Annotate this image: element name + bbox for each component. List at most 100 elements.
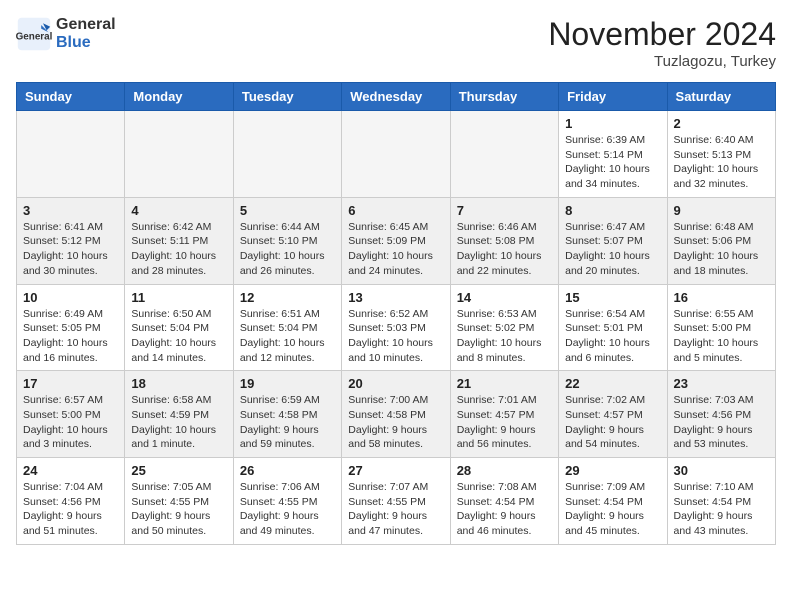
day-number: 5	[240, 203, 335, 218]
day-info: Sunrise: 7:03 AM Sunset: 4:56 PM Dayligh…	[674, 393, 769, 452]
calendar-cell: 30Sunrise: 7:10 AM Sunset: 4:54 PM Dayli…	[667, 458, 775, 545]
logo-icon: General	[16, 16, 52, 52]
page-header: General General Blue November 2024 Tuzla…	[16, 16, 776, 70]
calendar-cell: 15 Sunrise: 6:54 AM Sunset: 5:01 PM Dayli…	[559, 284, 667, 371]
day-number: 14	[457, 290, 552, 305]
day-number: 10	[23, 290, 118, 305]
day-number: 26	[240, 463, 335, 478]
calendar-cell: 2Sunrise: 6:40 AM Sunset: 5:13 PM Daylig…	[667, 111, 775, 198]
calendar-cell: 4Sunrise: 6:42 AM Sunset: 5:11 PM Daylig…	[125, 197, 233, 284]
day-number: 29	[565, 463, 660, 478]
day-number: 25	[131, 463, 226, 478]
day-info: Sunrise: 6:44 AM Sunset: 5:10 PM Dayligh…	[240, 220, 335, 279]
day-info: Sunrise: 6:49 AM Sunset: 5:05 PM Dayligh…	[23, 307, 118, 366]
calendar-cell: 21Sunrise: 7:01 AM Sunset: 4:57 PM Dayli…	[450, 371, 558, 458]
day-number: 27	[348, 463, 443, 478]
weekday-header-saturday: Saturday	[667, 83, 775, 111]
calendar-cell: 12 Sunrise: 6:51 AM Sunset: 5:04 PM Dayli…	[233, 284, 341, 371]
calendar-header: SundayMondayTuesdayWednesdayThursdayFrid…	[17, 83, 776, 111]
day-info: Sunrise: 6:46 AM Sunset: 5:08 PM Dayligh…	[457, 220, 552, 279]
weekday-header-row: SundayMondayTuesdayWednesdayThursdayFrid…	[17, 83, 776, 111]
title-block: November 2024 Tuzlagozu, Turkey	[548, 16, 776, 70]
calendar-cell: 22 Sunrise: 7:02 AM Sunset: 4:57 PM Dayli…	[559, 371, 667, 458]
day-info: Sunrise: 6:58 AM Sunset: 4:59 PM Dayligh…	[131, 393, 226, 452]
day-info: Sunrise: 6:47 AM Sunset: 5:07 PM Dayligh…	[565, 220, 660, 279]
calendar-cell: 9Sunrise: 6:48 AM Sunset: 5:06 PM Daylig…	[667, 197, 775, 284]
logo-general-text: General	[56, 16, 116, 34]
calendar-week-row: 3 Sunrise: 6:41 AM Sunset: 5:12 PM Daylig…	[17, 197, 776, 284]
day-number: 16	[674, 290, 769, 305]
day-number: 20	[348, 376, 443, 391]
day-info: Sunrise: 6:50 AM Sunset: 5:04 PM Dayligh…	[131, 307, 226, 366]
day-number: 21	[457, 376, 552, 391]
calendar-cell: 6Sunrise: 6:45 AM Sunset: 5:09 PM Daylig…	[342, 197, 450, 284]
day-number: 4	[131, 203, 226, 218]
day-number: 17	[23, 376, 118, 391]
day-info: Sunrise: 7:06 AM Sunset: 4:55 PM Dayligh…	[240, 480, 335, 539]
calendar-week-row: 1 Sunrise: 6:39 AM Sunset: 5:14 PM Daylig…	[17, 111, 776, 198]
day-info: Sunrise: 7:05 AM Sunset: 4:55 PM Dayligh…	[131, 480, 226, 539]
day-number: 19	[240, 376, 335, 391]
day-number: 23	[674, 376, 769, 391]
day-info: Sunrise: 7:07 AM Sunset: 4:55 PM Dayligh…	[348, 480, 443, 539]
location: Tuzlagozu, Turkey	[548, 53, 776, 70]
weekday-header-monday: Monday	[125, 83, 233, 111]
calendar-cell: 26 Sunrise: 7:06 AM Sunset: 4:55 PM Dayli…	[233, 458, 341, 545]
day-info: Sunrise: 6:39 AM Sunset: 5:14 PM Dayligh…	[565, 133, 660, 192]
calendar-cell: 23 Sunrise: 7:03 AM Sunset: 4:56 PM Dayli…	[667, 371, 775, 458]
day-info: Sunrise: 7:04 AM Sunset: 4:56 PM Dayligh…	[23, 480, 118, 539]
day-info: Sunrise: 6:54 AM Sunset: 5:01 PM Dayligh…	[565, 307, 660, 366]
day-number: 8	[565, 203, 660, 218]
day-info: Sunrise: 6:45 AM Sunset: 5:09 PM Dayligh…	[348, 220, 443, 279]
day-info: Sunrise: 6:59 AM Sunset: 4:58 PM Dayligh…	[240, 393, 335, 452]
calendar-week-row: 24Sunrise: 7:04 AM Sunset: 4:56 PM Dayli…	[17, 458, 776, 545]
day-number: 12	[240, 290, 335, 305]
calendar-cell: 8 Sunrise: 6:47 AM Sunset: 5:07 PM Daylig…	[559, 197, 667, 284]
calendar-week-row: 17 Sunrise: 6:57 AM Sunset: 5:00 PM Dayli…	[17, 371, 776, 458]
logo: General General Blue	[16, 16, 116, 52]
calendar-cell: 10 Sunrise: 6:49 AM Sunset: 5:05 PM Dayli…	[17, 284, 125, 371]
calendar-week-row: 10 Sunrise: 6:49 AM Sunset: 5:05 PM Dayli…	[17, 284, 776, 371]
day-number: 15	[565, 290, 660, 305]
calendar-cell: 20Sunrise: 7:00 AM Sunset: 4:58 PM Dayli…	[342, 371, 450, 458]
calendar-cell: 7 Sunrise: 6:46 AM Sunset: 5:08 PM Daylig…	[450, 197, 558, 284]
day-info: Sunrise: 6:55 AM Sunset: 5:00 PM Dayligh…	[674, 307, 769, 366]
day-number: 7	[457, 203, 552, 218]
calendar-cell: 29 Sunrise: 7:09 AM Sunset: 4:54 PM Dayli…	[559, 458, 667, 545]
day-number: 18	[131, 376, 226, 391]
calendar-cell: 25 Sunrise: 7:05 AM Sunset: 4:55 PM Dayli…	[125, 458, 233, 545]
day-info: Sunrise: 6:53 AM Sunset: 5:02 PM Dayligh…	[457, 307, 552, 366]
day-info: Sunrise: 7:08 AM Sunset: 4:54 PM Dayligh…	[457, 480, 552, 539]
weekday-header-wednesday: Wednesday	[342, 83, 450, 111]
day-info: Sunrise: 7:09 AM Sunset: 4:54 PM Dayligh…	[565, 480, 660, 539]
day-info: Sunrise: 6:40 AM Sunset: 5:13 PM Dayligh…	[674, 133, 769, 192]
day-info: Sunrise: 6:48 AM Sunset: 5:06 PM Dayligh…	[674, 220, 769, 279]
calendar-cell: 11Sunrise: 6:50 AM Sunset: 5:04 PM Dayli…	[125, 284, 233, 371]
calendar-cell: 13 Sunrise: 6:52 AM Sunset: 5:03 PM Dayli…	[342, 284, 450, 371]
day-info: Sunrise: 7:02 AM Sunset: 4:57 PM Dayligh…	[565, 393, 660, 452]
calendar-cell: 14 Sunrise: 6:53 AM Sunset: 5:02 PM Dayli…	[450, 284, 558, 371]
calendar-cell	[125, 111, 233, 198]
calendar-cell: 16 Sunrise: 6:55 AM Sunset: 5:00 PM Dayli…	[667, 284, 775, 371]
day-info: Sunrise: 6:51 AM Sunset: 5:04 PM Dayligh…	[240, 307, 335, 366]
calendar-body: 1 Sunrise: 6:39 AM Sunset: 5:14 PM Daylig…	[17, 111, 776, 545]
calendar-cell: 19 Sunrise: 6:59 AM Sunset: 4:58 PM Dayli…	[233, 371, 341, 458]
day-info: Sunrise: 6:52 AM Sunset: 5:03 PM Dayligh…	[348, 307, 443, 366]
calendar-cell	[17, 111, 125, 198]
day-info: Sunrise: 6:57 AM Sunset: 5:00 PM Dayligh…	[23, 393, 118, 452]
calendar-table: SundayMondayTuesdayWednesdayThursdayFrid…	[16, 82, 776, 545]
day-info: Sunrise: 6:41 AM Sunset: 5:12 PM Dayligh…	[23, 220, 118, 279]
calendar-cell: 5 Sunrise: 6:44 AM Sunset: 5:10 PM Daylig…	[233, 197, 341, 284]
calendar-cell: 28Sunrise: 7:08 AM Sunset: 4:54 PM Dayli…	[450, 458, 558, 545]
day-number: 3	[23, 203, 118, 218]
calendar-cell: 17 Sunrise: 6:57 AM Sunset: 5:00 PM Dayli…	[17, 371, 125, 458]
day-number: 1	[565, 116, 660, 131]
calendar-cell	[342, 111, 450, 198]
logo-blue-text: Blue	[56, 34, 116, 52]
day-number: 22	[565, 376, 660, 391]
day-number: 13	[348, 290, 443, 305]
weekday-header-thursday: Thursday	[450, 83, 558, 111]
month-title: November 2024	[548, 16, 776, 53]
weekday-header-tuesday: Tuesday	[233, 83, 341, 111]
calendar-cell: 27 Sunrise: 7:07 AM Sunset: 4:55 PM Dayli…	[342, 458, 450, 545]
